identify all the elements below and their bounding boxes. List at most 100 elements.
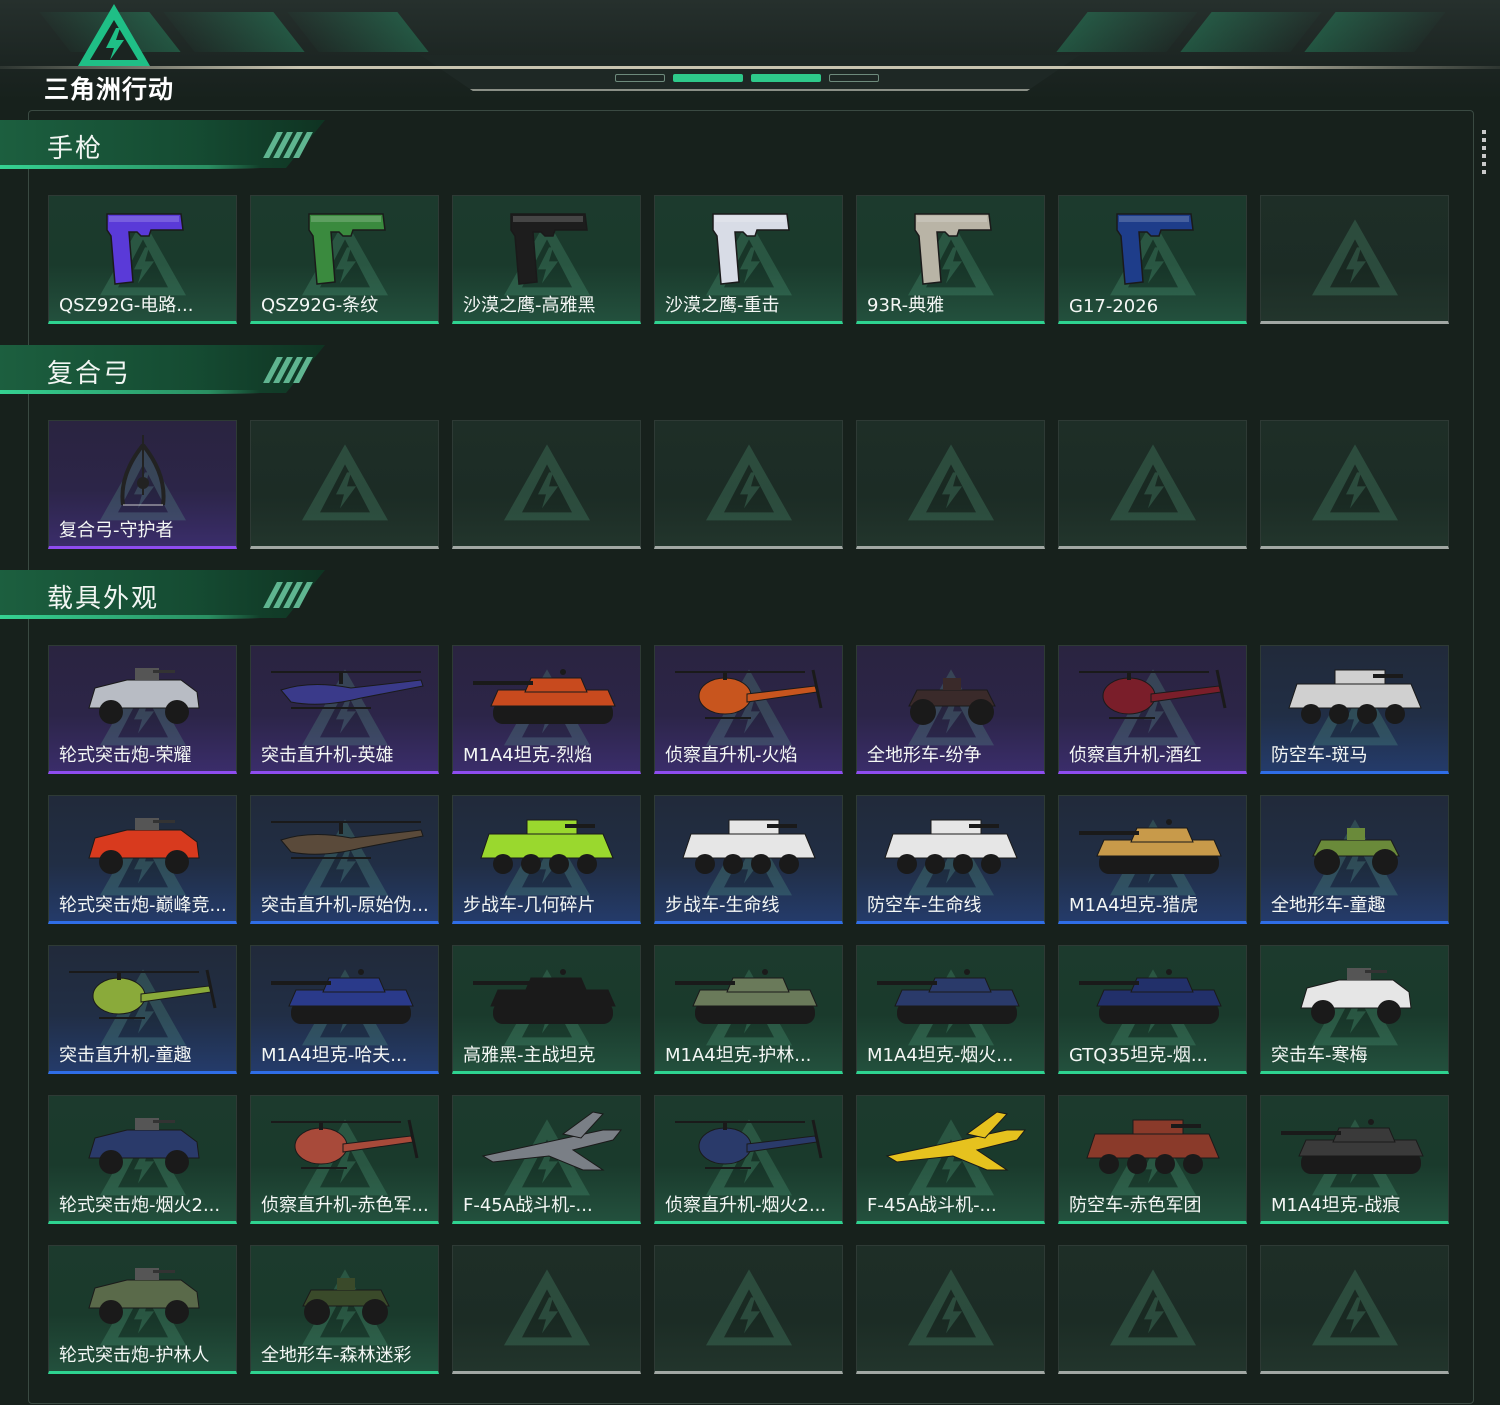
- item-card[interactable]: 轮式突击炮-烟火2...: [48, 1095, 237, 1224]
- empty-slot[interactable]: [856, 1245, 1045, 1374]
- item-label: 侦察直升机-火焰: [665, 745, 798, 766]
- empty-slot[interactable]: [1260, 420, 1449, 549]
- item-card[interactable]: M1A4坦克-护林...: [654, 945, 843, 1074]
- header-decor-right: [1056, 12, 1446, 52]
- empty-slot[interactable]: [1260, 1245, 1449, 1374]
- delta-watermark-icon: [1108, 1267, 1198, 1347]
- item-label: M1A4坦克-烟火...: [867, 1045, 1014, 1066]
- item-card[interactable]: 沙漠之鹰-重击: [654, 195, 843, 324]
- item-card[interactable]: 全地形车-童趣: [1260, 795, 1449, 924]
- item-card[interactable]: 93R-典雅: [856, 195, 1045, 324]
- item-card[interactable]: 防空车-斑马: [1260, 645, 1449, 774]
- logo-text: 三角洲行动: [44, 75, 175, 104]
- delta-watermark-icon: [1310, 217, 1400, 297]
- item-label: 沙漠之鹰-高雅黑: [463, 295, 596, 316]
- item-label: 轮式突击炮-烟火2...: [59, 1195, 221, 1216]
- page-indicator-dot-active[interactable]: [673, 74, 743, 82]
- item-card[interactable]: M1A4坦克-猎虎: [1058, 795, 1247, 924]
- item-card[interactable]: 轮式突击炮-荣耀: [48, 645, 237, 774]
- empty-slot[interactable]: [452, 1245, 641, 1374]
- item-label: 全地形车-童趣: [1271, 895, 1386, 916]
- item-label: 步战车-生命线: [665, 895, 780, 916]
- empty-slot[interactable]: [654, 1245, 843, 1374]
- item-label: F-45A战斗机-...: [867, 1195, 997, 1216]
- item-card[interactable]: 突击直升机-原始伪...: [250, 795, 439, 924]
- item-card[interactable]: 步战车-几何碎片: [452, 795, 641, 924]
- item-card[interactable]: M1A4坦克-哈夫...: [250, 945, 439, 1074]
- item-card[interactable]: 突击车-寒梅: [1260, 945, 1449, 1074]
- section-title: 载具外观: [47, 584, 160, 614]
- page-indicator-dot[interactable]: [829, 74, 879, 82]
- section-header: 载具外观: [0, 570, 330, 622]
- item-card[interactable]: 轮式突击炮-巅峰竞...: [48, 795, 237, 924]
- item-card[interactable]: 侦察直升机-赤色军...: [250, 1095, 439, 1224]
- item-label: 复合弓-守护者: [59, 520, 174, 541]
- item-label: 高雅黑-主战坦克: [463, 1045, 596, 1066]
- item-card[interactable]: G17-2026: [1058, 195, 1247, 324]
- page-indicator: [615, 74, 879, 82]
- item-card[interactable]: 突击直升机-童趣: [48, 945, 237, 1074]
- item-label: M1A4坦克-护林...: [665, 1045, 812, 1066]
- item-label: 93R-典雅: [867, 295, 945, 316]
- item-label: 防空车-斑马: [1271, 745, 1368, 766]
- item-card[interactable]: 全地形车-森林迷彩: [250, 1245, 439, 1374]
- item-card[interactable]: 全地形车-纷争: [856, 645, 1045, 774]
- item-card[interactable]: F-45A战斗机-...: [856, 1095, 1045, 1224]
- item-card[interactable]: 防空车-生命线: [856, 795, 1045, 924]
- section-title: 手枪: [47, 134, 104, 164]
- item-card[interactable]: M1A4坦克-战痕: [1260, 1095, 1449, 1224]
- header-divider: [0, 66, 1500, 69]
- delta-watermark-icon: [704, 442, 794, 522]
- item-card[interactable]: M1A4坦克-烟火...: [856, 945, 1045, 1074]
- empty-slot[interactable]: [452, 420, 641, 549]
- item-card[interactable]: 步战车-生命线: [654, 795, 843, 924]
- item-label: 防空车-赤色军团: [1069, 1195, 1202, 1216]
- empty-slot[interactable]: [1058, 1245, 1247, 1374]
- delta-watermark-icon: [704, 1267, 794, 1347]
- empty-slot[interactable]: [1058, 420, 1247, 549]
- delta-watermark-icon: [300, 442, 390, 522]
- page-indicator-dot-active[interactable]: [751, 74, 821, 82]
- item-card[interactable]: 沙漠之鹰-高雅黑: [452, 195, 641, 324]
- item-card[interactable]: QSZ92G-电路...: [48, 195, 237, 324]
- item-card[interactable]: M1A4坦克-烈焰: [452, 645, 641, 774]
- item-label: 轮式突击炮-护林人: [59, 1345, 210, 1366]
- section-header-underline: [0, 390, 260, 394]
- item-card[interactable]: F-45A战斗机-...: [452, 1095, 641, 1224]
- section-slash-decor: [263, 357, 313, 383]
- item-card[interactable]: 侦察直升机-火焰: [654, 645, 843, 774]
- item-card[interactable]: GTQ35坦克-烟...: [1058, 945, 1247, 1074]
- empty-slot[interactable]: [250, 420, 439, 549]
- game-logo: 三角洲行动: [44, 2, 194, 104]
- item-label: 防空车-生命线: [867, 895, 982, 916]
- empty-slot[interactable]: [654, 420, 843, 549]
- item-label: QSZ92G-电路...: [59, 295, 194, 316]
- empty-slot[interactable]: [856, 420, 1045, 549]
- item-card[interactable]: QSZ92G-条纹: [250, 195, 439, 324]
- delta-watermark-icon: [906, 1267, 996, 1347]
- item-card[interactable]: 侦察直升机-酒红: [1058, 645, 1247, 774]
- delta-watermark-icon: [1310, 1267, 1400, 1347]
- item-label: M1A4坦克-哈夫...: [261, 1045, 408, 1066]
- item-card[interactable]: 侦察直升机-烟火2...: [654, 1095, 843, 1224]
- scrollbar[interactable]: [1482, 130, 1486, 178]
- item-card[interactable]: 高雅黑-主战坦克: [452, 945, 641, 1074]
- section-header-underline: [0, 165, 260, 169]
- empty-slot[interactable]: [1260, 195, 1449, 324]
- page-indicator-dot[interactable]: [615, 74, 665, 82]
- item-card[interactable]: 突击直升机-英雄: [250, 645, 439, 774]
- item-label: 轮式突击炮-荣耀: [59, 745, 192, 766]
- item-card[interactable]: 轮式突击炮-护林人: [48, 1245, 237, 1374]
- item-label: QSZ92G-条纹: [261, 295, 379, 316]
- item-grid: QSZ92G-电路... QSZ92G-条纹 沙漠之鹰-高雅黑 沙漠之鹰-重击 93R-…: [48, 195, 1449, 324]
- delta-watermark-icon: [906, 442, 996, 522]
- item-label: M1A4坦克-猎虎: [1069, 895, 1199, 916]
- item-label: 突击直升机-原始伪...: [261, 895, 429, 916]
- item-card[interactable]: 复合弓-守护者: [48, 420, 237, 549]
- item-label: 沙漠之鹰-重击: [665, 295, 780, 316]
- item-label: M1A4坦克-战痕: [1271, 1195, 1401, 1216]
- section-header: 手枪: [0, 120, 330, 172]
- section-header-underline: [0, 615, 260, 619]
- item-label: F-45A战斗机-...: [463, 1195, 593, 1216]
- item-card[interactable]: 防空车-赤色军团: [1058, 1095, 1247, 1224]
